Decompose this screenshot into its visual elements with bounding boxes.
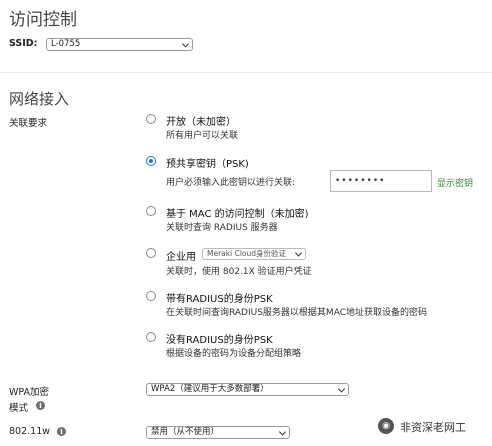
option-ipsk-radius-title: 带有RADIUS的身份PSK bbox=[166, 294, 273, 305]
info-icon[interactable]: i bbox=[57, 427, 66, 436]
enterprise-auth-value: Meraki Cloud身份验证 bbox=[207, 249, 286, 258]
option-ipsk-no-radius-desc: 根据设备的密码为设备分配组策略 bbox=[166, 349, 302, 359]
association-label: 关联要求 bbox=[9, 118, 48, 129]
dot11w-select[interactable]: 禁用（从不使用） bbox=[146, 426, 290, 439]
divider bbox=[0, 72, 492, 73]
ssid-select[interactable]: L-0755 bbox=[46, 38, 193, 51]
show-key-link[interactable]: 显示密钥 bbox=[437, 176, 473, 189]
dot11w-label: 802.11w bbox=[9, 426, 51, 437]
option-enterprise-desc: 关联时，使用 802.1X 验证用户凭证 bbox=[166, 267, 312, 277]
radio-open[interactable] bbox=[146, 114, 156, 124]
wpa-select-value: WPA2（建议用于大多数部署） bbox=[151, 384, 269, 394]
page-title: 访问控制 bbox=[9, 10, 77, 30]
wpa-select[interactable]: WPA2（建议用于大多数部署） bbox=[146, 383, 349, 396]
option-ipsk-no-radius-title: 没有RADIUS的身份PSK bbox=[166, 335, 273, 346]
wpa-label-line2: 模式 bbox=[9, 403, 29, 414]
option-psk-title: 预共享密钥（PSK) bbox=[166, 159, 249, 170]
ssid-select-value: L-0755 bbox=[51, 39, 81, 49]
option-mac-title: 基于 MAC 的访问控制（未加密) bbox=[166, 209, 309, 220]
radio-ipsk-radius[interactable] bbox=[146, 291, 156, 301]
dot11w-select-value: 禁用（从不使用） bbox=[151, 427, 220, 437]
chevron-down-icon bbox=[294, 249, 303, 257]
chevron-down-icon bbox=[278, 427, 287, 436]
option-ipsk-radius-desc: 在关联时间查询RADIUS服务器以根据其MAC地址获取设备的密码 bbox=[166, 308, 427, 318]
option-psk-desc: 用户必须输入此密钥以进行关联: bbox=[166, 178, 296, 188]
radio-enterprise[interactable] bbox=[146, 248, 156, 258]
radio-ipsk-no-radius[interactable] bbox=[146, 332, 156, 342]
info-icon[interactable]: i bbox=[36, 401, 45, 410]
radio-mac[interactable] bbox=[146, 206, 156, 216]
section-title: 网络接入 bbox=[9, 90, 70, 108]
enterprise-auth-select[interactable]: Meraki Cloud身份验证 bbox=[202, 248, 306, 260]
wechat-logo-icon: ◉ bbox=[378, 418, 394, 434]
option-mac-desc: 关联时查询 RADIUS 服务器 bbox=[166, 223, 278, 233]
ssid-label: SSID: bbox=[9, 38, 38, 49]
option-enterprise-title: 企业用 bbox=[166, 252, 196, 263]
radio-psk[interactable] bbox=[146, 156, 156, 166]
watermark-text: 非资深老网工 bbox=[400, 421, 466, 434]
option-open-title: 开放（未加密） bbox=[166, 117, 236, 128]
chevron-down-icon bbox=[337, 384, 346, 393]
wpa-label-line1: WPA加密 bbox=[9, 387, 50, 398]
psk-input[interactable]: •••••••• bbox=[330, 170, 432, 192]
chevron-down-icon bbox=[181, 39, 190, 48]
option-open-desc: 所有用户可以关联 bbox=[166, 131, 239, 141]
